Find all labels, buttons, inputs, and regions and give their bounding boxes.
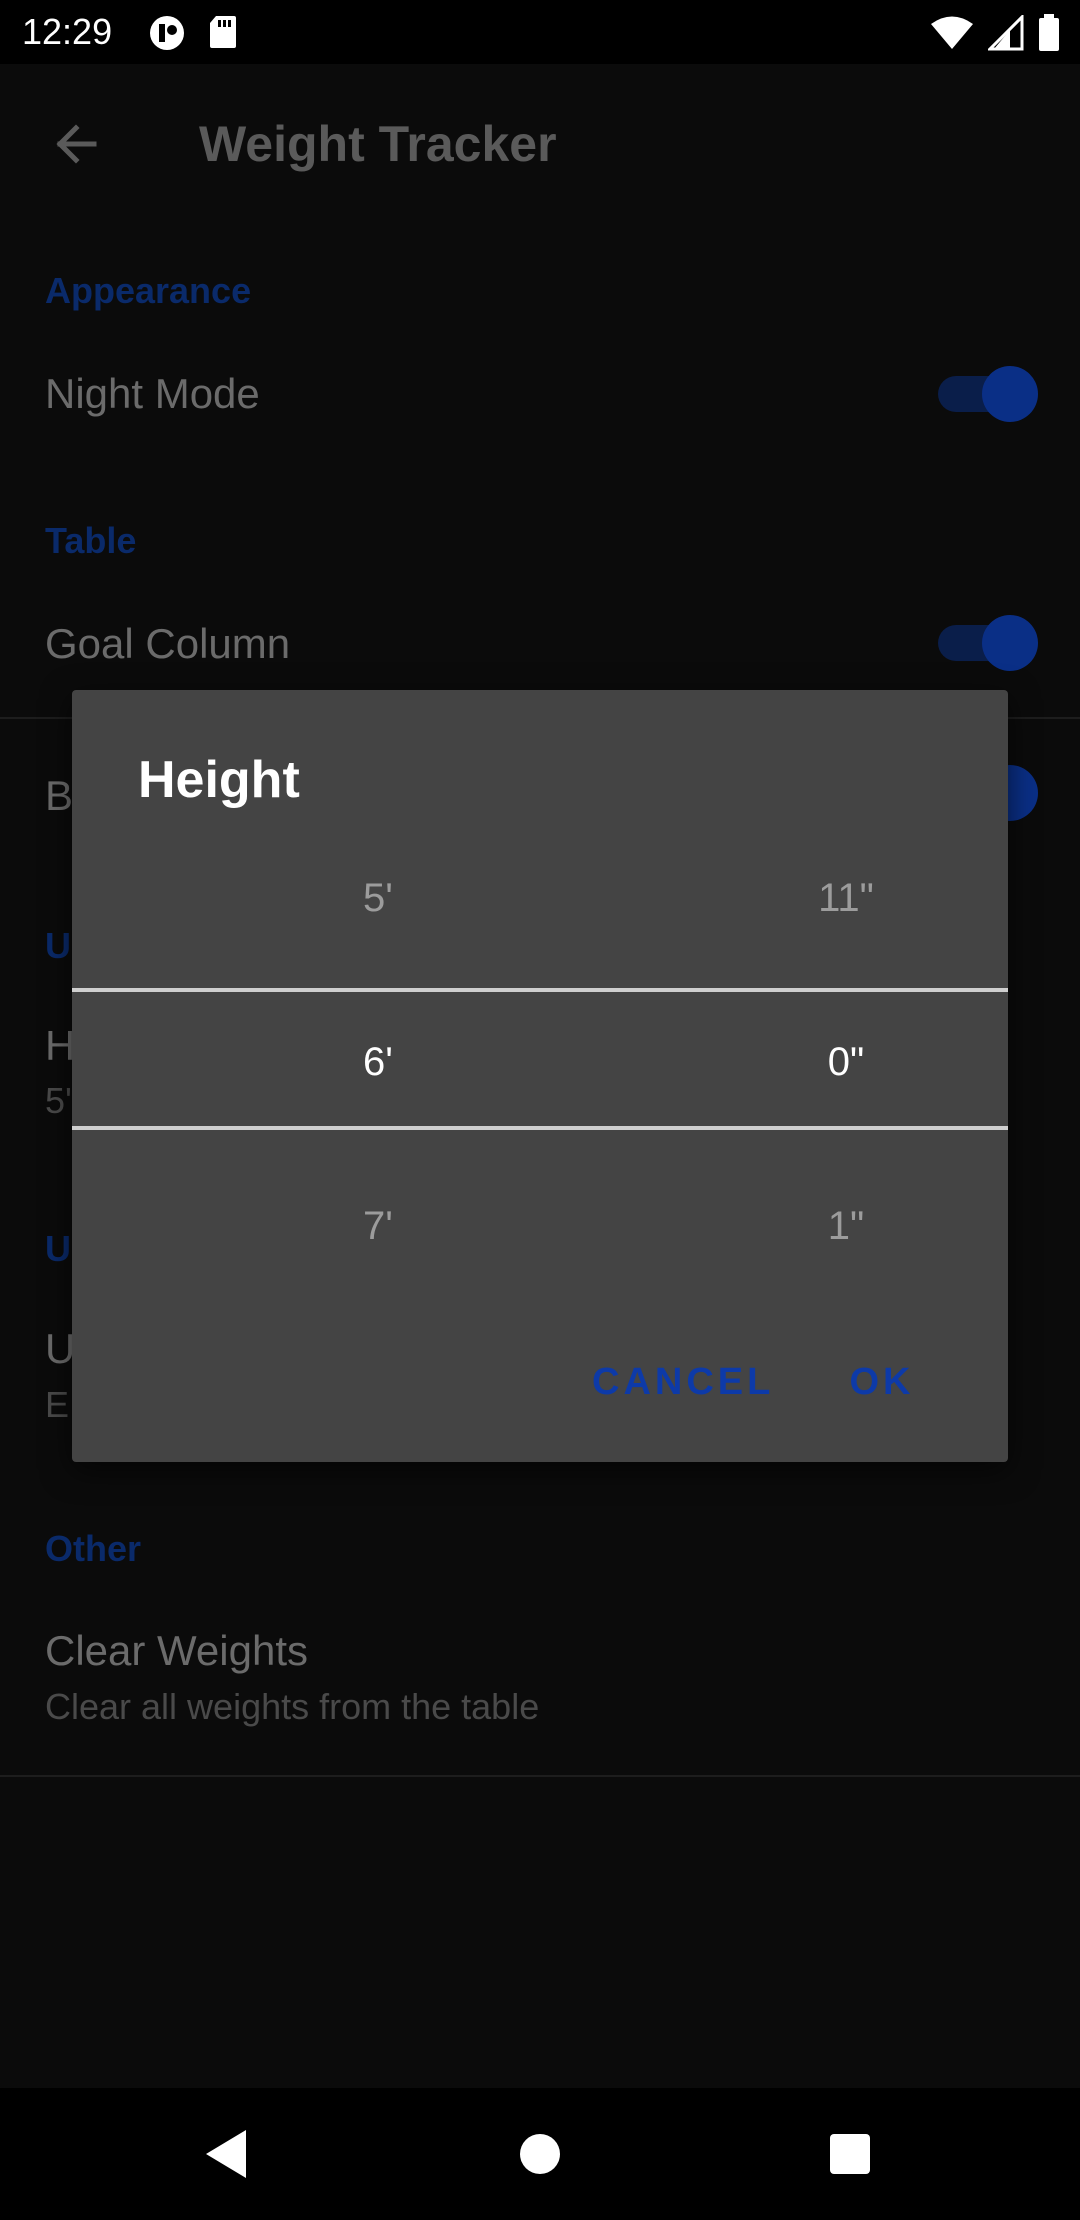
- section-header-appearance: Appearance: [45, 270, 252, 311]
- divider: [0, 1775, 1080, 1777]
- back-triangle-icon[interactable]: [182, 2110, 270, 2198]
- feet-below[interactable]: 7': [228, 1196, 528, 1256]
- app-bar: Weight Tracker: [0, 64, 1080, 224]
- picker-divider-top: [72, 988, 1008, 992]
- picker-divider-bottom: [72, 1126, 1008, 1130]
- inches-below[interactable]: 1": [696, 1196, 996, 1256]
- pref-height-value-partial: 5': [45, 1080, 72, 1121]
- pref-goal-column[interactable]: Goal Column: [45, 620, 290, 668]
- pref-clear-weights-summary: Clear all weights from the table: [45, 1686, 540, 1727]
- pref-bmi-partial[interactable]: B: [45, 772, 73, 820]
- screen: 12:29 Weight Tracker Appearance Night Mo…: [0, 0, 1080, 2220]
- cancel-button[interactable]: CANCEL: [592, 1322, 772, 1442]
- navigation-bar: [0, 2088, 1080, 2220]
- arrow-left-icon[interactable]: [46, 114, 106, 174]
- section-header-table: Table: [45, 520, 137, 561]
- ok-button[interactable]: OK: [832, 1322, 932, 1442]
- section-header-units-partial: U: [45, 925, 71, 966]
- section-header-other: Other: [45, 1528, 142, 1569]
- inches-selected[interactable]: 0": [696, 1032, 996, 1092]
- night-mode-switch[interactable]: [938, 364, 1038, 424]
- feet-above[interactable]: 5': [228, 868, 528, 928]
- app-title: Weight Tracker: [199, 116, 557, 172]
- pref-night-mode[interactable]: Night Mode: [45, 370, 260, 418]
- inches-above[interactable]: 11": [696, 868, 996, 928]
- recents-square-icon[interactable]: [806, 2110, 894, 2198]
- pref-height-partial[interactable]: H: [45, 1022, 75, 1070]
- feet-selected[interactable]: 6': [228, 1032, 528, 1092]
- section-header-units2-partial: U: [45, 1228, 71, 1269]
- goal-column-switch[interactable]: [938, 613, 1038, 673]
- pref-clear-weights[interactable]: Clear Weights: [45, 1627, 308, 1675]
- dialog-title: Height: [138, 751, 300, 809]
- pref-units-partial[interactable]: U: [45, 1325, 75, 1373]
- pref-units-value-partial: E: [45, 1384, 70, 1425]
- height-dialog: Height 5' 6' 7' 11" 0" 1" CANCEL OK: [72, 690, 1008, 1462]
- home-circle-icon[interactable]: [496, 2110, 584, 2198]
